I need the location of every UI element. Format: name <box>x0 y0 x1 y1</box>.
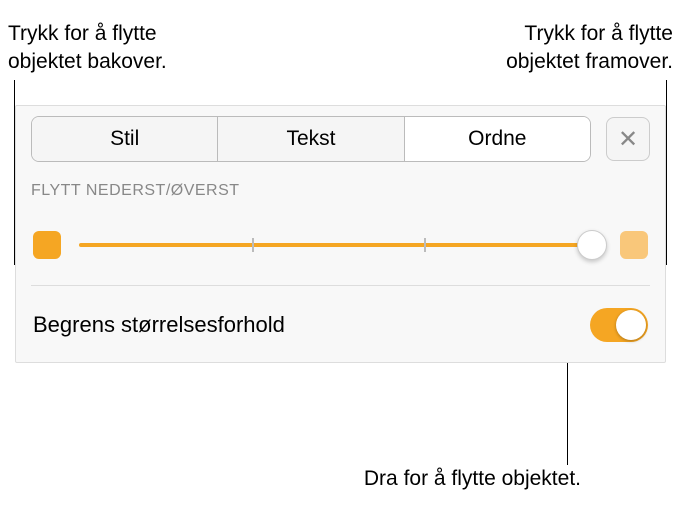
constrain-label: Begrens størrelsesforhold <box>33 312 285 338</box>
callout-back-line2: objektet bakover. <box>8 50 167 73</box>
leader-line-right <box>666 80 667 265</box>
toggle-knob <box>616 310 646 340</box>
callout-back-line1: Trykk for å flytte <box>8 22 157 45</box>
format-panel: Stil Tekst Ordne ✕ FLYTT NEDERST/ØVERST … <box>15 105 666 363</box>
callout-front: Trykk for å flytte objektet framover. <box>506 20 673 77</box>
tab-bar: Stil Tekst Ordne ✕ <box>16 106 665 162</box>
layer-slider-row <box>31 230 650 286</box>
arrange-section: FLYTT NEDERST/ØVERST Begrens størrelsesf… <box>16 162 665 352</box>
tab-group: Stil Tekst Ordne <box>31 116 591 162</box>
callout-front-line2: objektet framover. <box>506 50 673 73</box>
section-header: FLYTT NEDERST/ØVERST <box>31 182 650 200</box>
tab-arrange[interactable]: Ordne <box>405 117 590 161</box>
callout-back: Trykk for å flytte objektet bakover. <box>8 20 167 77</box>
close-button[interactable]: ✕ <box>606 117 650 161</box>
move-back-button[interactable] <box>33 231 61 259</box>
layer-slider[interactable] <box>79 230 602 260</box>
callout-drag: Dra for å flytte objektet. <box>364 465 581 493</box>
callout-drag-text: Dra for å flytte objektet. <box>364 467 581 490</box>
constrain-row: Begrens størrelsesforhold <box>31 286 650 352</box>
slider-thumb[interactable] <box>577 230 607 260</box>
tab-style[interactable]: Stil <box>32 117 218 161</box>
move-front-button[interactable] <box>620 231 648 259</box>
tab-text[interactable]: Tekst <box>218 117 404 161</box>
slider-tick <box>424 238 426 252</box>
slider-tick <box>252 238 254 252</box>
constrain-toggle[interactable] <box>590 308 648 342</box>
close-icon: ✕ <box>618 125 638 154</box>
slider-track-line <box>79 243 602 247</box>
callout-front-line1: Trykk for å flytte <box>524 22 673 45</box>
